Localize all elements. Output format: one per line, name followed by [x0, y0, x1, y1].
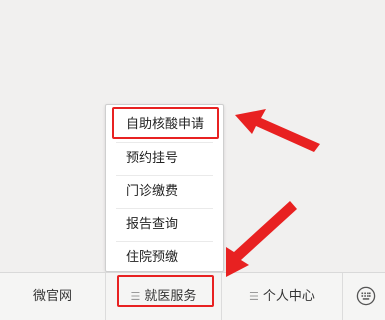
- tab-micro-website-label: 微官网: [32, 289, 72, 304]
- menu-item-appointment-registration[interactable]: 预约挂号: [106, 142, 223, 175]
- menu-item-outpatient-payment[interactable]: 门诊缴费: [106, 175, 223, 208]
- tab-personal-center[interactable]: ☰ 个人中心: [222, 273, 343, 320]
- tab-medical-services[interactable]: ☰ 就医服务: [105, 273, 222, 320]
- keyboard-toggle-button[interactable]: [343, 273, 385, 320]
- menu-item-report-query[interactable]: 报告查询: [106, 208, 223, 241]
- menu-lines-icon: ☰: [249, 290, 259, 303]
- annotation-arrow-to-tab: [226, 201, 297, 277]
- menu-item-self-nucleic-acid-application[interactable]: 自助核酸申请: [106, 108, 223, 141]
- tab-personal-center-label: 个人中心: [262, 289, 315, 304]
- tab-micro-website[interactable]: 微官网: [0, 273, 105, 320]
- tab-medical-services-label: 就医服务: [144, 289, 197, 304]
- bottom-navigation-bar: 微官网 ☰ 就医服务 ☰ 个人中心: [0, 272, 385, 320]
- keyboard-icon: [356, 286, 376, 306]
- menu-lines-icon: ☰: [130, 290, 141, 303]
- annotation-arrow-to-menu-item: [235, 109, 320, 152]
- service-menu-popup: 自助核酸申请 预约挂号 门诊缴费 报告查询 住院预缴: [105, 104, 224, 272]
- menu-item-hospitalization-prepayment[interactable]: 住院预缴: [106, 241, 223, 274]
